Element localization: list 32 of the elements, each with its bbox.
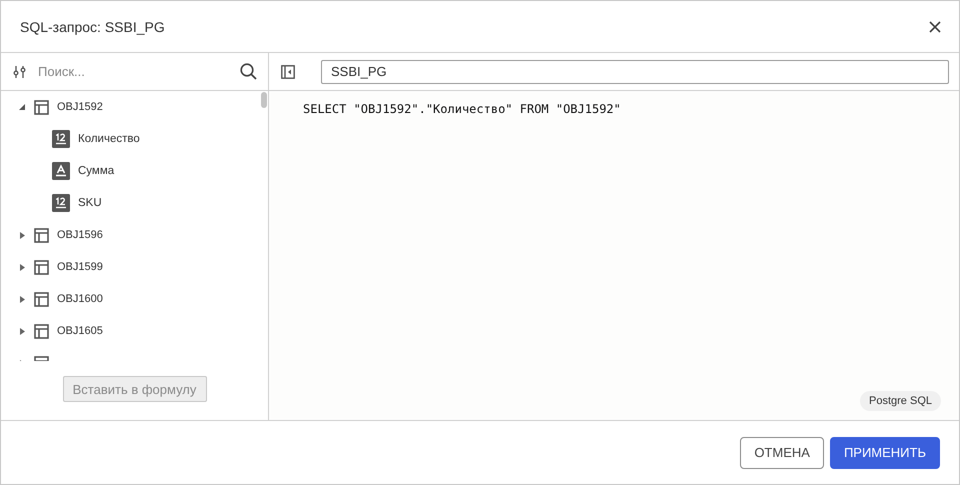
caret-right-icon[interactable] — [20, 328, 24, 334]
tree-item[interactable]: OBJ1592 — [57, 101, 103, 113]
tree-item[interactable]: SKU — [78, 197, 102, 209]
tree-item[interactable]: OBJ1596 — [57, 229, 103, 241]
table-icon — [34, 260, 49, 274]
table-icon — [34, 100, 49, 114]
dialog-title: SQL-запрос: SSBI_PG — [20, 18, 165, 34]
tree-item[interactable]: Сумма — [78, 165, 114, 177]
tree-item[interactable]: OBJ1599 — [57, 261, 103, 273]
filter-sliders-icon[interactable] — [13, 66, 26, 78]
connection-field[interactable]: SSBI_PG — [321, 60, 949, 84]
number-type-icon — [52, 130, 70, 148]
table-icon — [34, 228, 49, 242]
tree-item[interactable]: OBJ1600 — [57, 293, 103, 305]
dialect-badge: Postgre SQL — [860, 391, 941, 411]
caret-down-icon[interactable] — [19, 104, 25, 110]
close-icon[interactable] — [929, 20, 941, 32]
scrollbar-thumb[interactable] — [261, 92, 267, 108]
caret-right-icon[interactable] — [20, 232, 24, 238]
caret-right-icon[interactable] — [20, 296, 24, 302]
number-type-icon — [52, 194, 70, 212]
sql-query-text[interactable]: SELECT "OBJ1592"."Количество" FROM "OBJ1592" — [303, 102, 925, 116]
table-icon — [34, 324, 49, 338]
collapse-panel-icon[interactable] — [281, 64, 295, 78]
table-icon — [34, 292, 49, 306]
text-type-icon — [52, 162, 70, 180]
apply-button[interactable]: ПРИМЕНИТЬ — [830, 436, 940, 468]
tree-item[interactable]: OBJ1605 — [57, 325, 103, 337]
caret-right-icon[interactable] — [20, 264, 24, 270]
tree-item[interactable]: Количество — [78, 133, 140, 145]
search-icon[interactable] — [240, 63, 257, 80]
cancel-button[interactable]: ОТМЕНА — [740, 436, 824, 468]
